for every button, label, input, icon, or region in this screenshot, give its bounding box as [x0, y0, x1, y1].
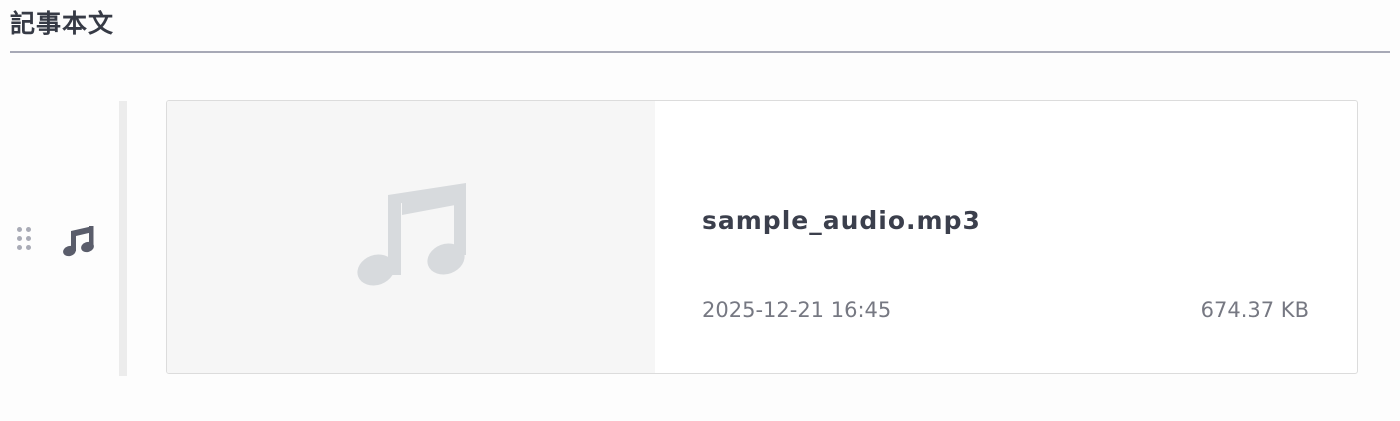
- music-note-icon: [62, 223, 96, 257]
- file-name: sample_audio.mp3: [702, 206, 981, 235]
- audio-thumbnail: [167, 101, 655, 373]
- drag-handle-icon[interactable]: [17, 227, 35, 253]
- section-title: 記事本文: [10, 9, 115, 38]
- title-divider: [10, 51, 1390, 53]
- music-note-icon: [356, 183, 468, 291]
- file-size: 674.37 KB: [1200, 298, 1309, 322]
- file-date: 2025-12-21 16:45: [702, 298, 892, 322]
- audio-file-card[interactable]: sample_audio.mp3 2025-12-21 16:45 674.37…: [166, 100, 1358, 374]
- block-indicator-bar: [119, 101, 127, 376]
